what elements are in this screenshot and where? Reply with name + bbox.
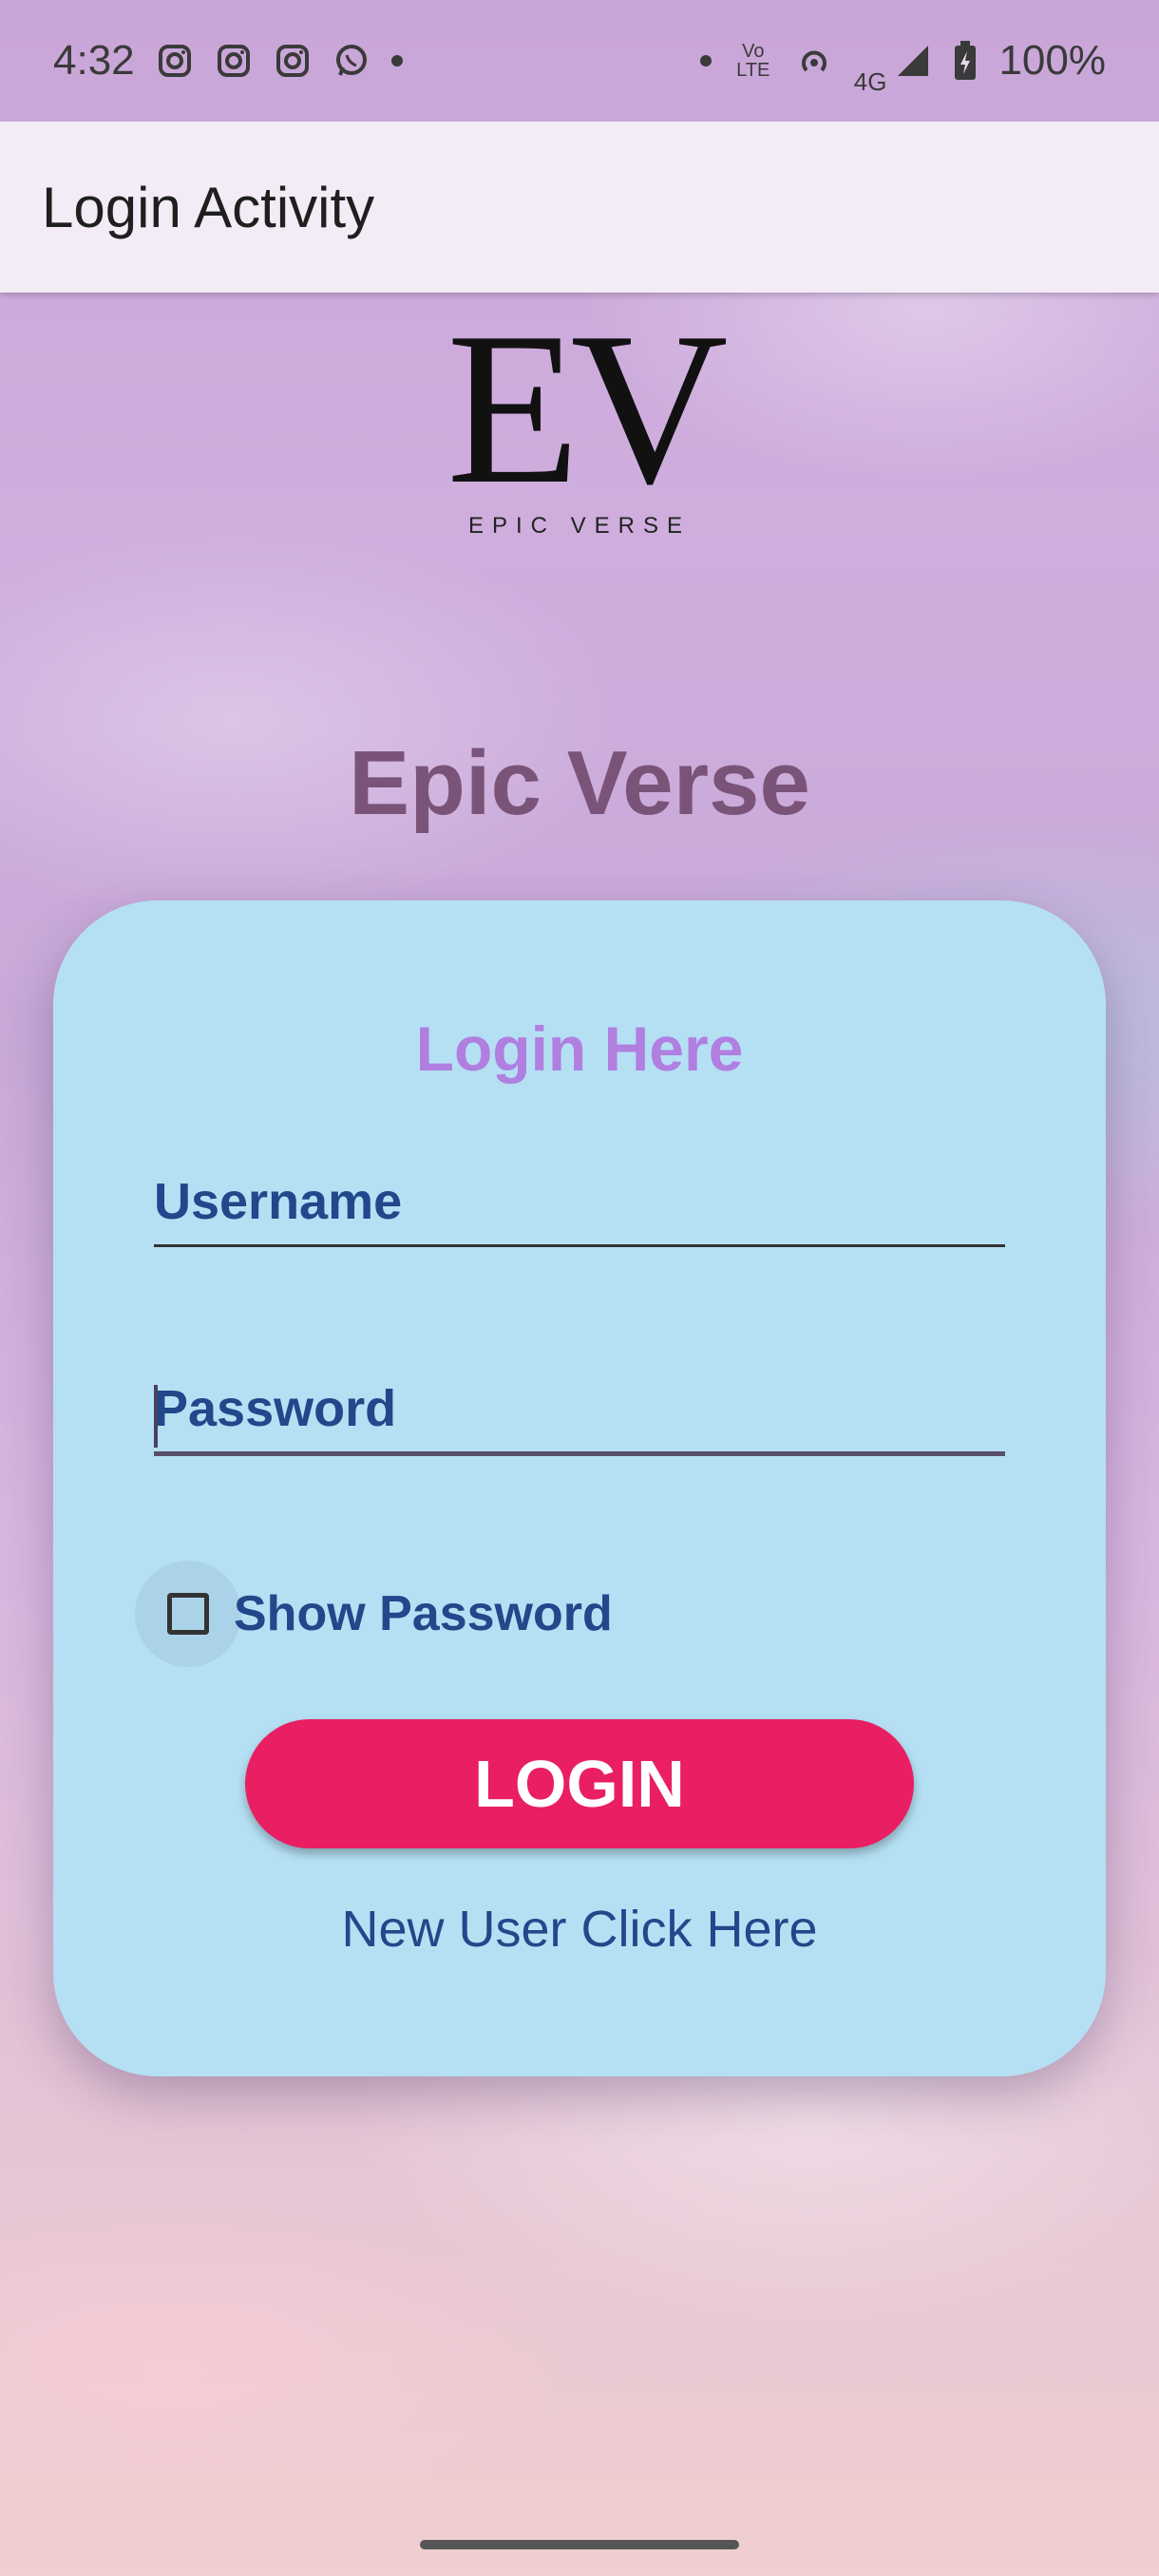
status-dot-icon <box>699 55 712 66</box>
logo-mark: EV <box>446 287 729 529</box>
password-field-container <box>154 1379 1005 1456</box>
instagram-icon <box>276 45 309 77</box>
brand-title: Epic Verse <box>349 732 810 834</box>
checkbox-ripple <box>135 1561 241 1667</box>
login-card-title: Login Here <box>415 1013 744 1084</box>
notification-dot-icon <box>390 55 403 66</box>
battery-percent: 100% <box>998 37 1106 84</box>
show-password-row[interactable]: Show Password <box>135 1561 613 1667</box>
password-field[interactable] <box>154 1379 1005 1451</box>
username-field[interactable] <box>154 1172 1005 1244</box>
status-bar-right: Vo LTE 4G 100% <box>699 26 1106 97</box>
status-bar: 4:32 Vo LTE 4G 100% <box>0 0 1159 122</box>
status-time: 4:32 <box>53 37 135 84</box>
instagram-icon <box>217 45 250 77</box>
app-bar: Login Activity <box>0 122 1159 293</box>
battery-charging-icon <box>955 41 977 80</box>
logo-subtitle: EPIC VERSE <box>467 513 692 539</box>
gesture-home-bar[interactable] <box>420 2540 739 2549</box>
show-password-label[interactable]: Show Password <box>234 1585 613 1642</box>
login-button[interactable]: LOGIN <box>245 1719 914 1848</box>
instagram-icon <box>158 45 191 77</box>
username-field-container <box>154 1172 1005 1247</box>
volte-icon: Vo LTE <box>736 41 770 81</box>
app-bar-title: Login Activity <box>42 175 375 239</box>
password-underline <box>154 1451 1005 1456</box>
username-underline <box>154 1244 1005 1247</box>
hotspot-icon <box>801 50 826 72</box>
login-card: Login Here Show Password LOGIN New User … <box>53 900 1106 2076</box>
network-type: 4G <box>853 66 887 96</box>
show-password-checkbox[interactable] <box>167 1593 209 1635</box>
text-cursor <box>154 1385 158 1448</box>
status-bar-left: 4:32 <box>53 37 403 85</box>
new-user-link[interactable]: New User Click Here <box>53 1900 1106 1959</box>
signal-icon <box>898 46 929 76</box>
whatsapp-icon <box>335 45 367 76</box>
app-logo: EV EPIC VERSE <box>446 287 729 541</box>
